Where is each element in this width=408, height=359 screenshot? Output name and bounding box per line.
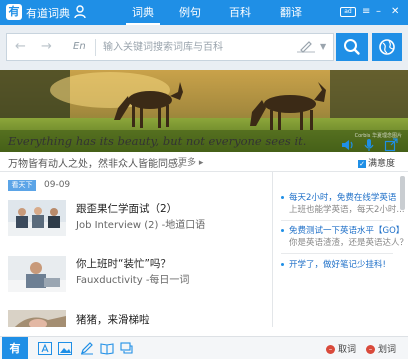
checkbox-icon: ✓: [358, 159, 366, 168]
item-subtitle: Fauxductivity -每日一词: [76, 275, 190, 286]
item-title[interactable]: 跟歪果仁学面试（2）: [76, 201, 177, 216]
image-icon[interactable]: [58, 342, 72, 355]
item-title[interactable]: 猪猪，来滑梯啦: [76, 312, 150, 327]
more-link[interactable]: 更多 ▸: [178, 155, 203, 168]
app-logo-icon: 有: [6, 4, 22, 20]
satisfaction-checkbox[interactable]: ✓ 满意度: [358, 156, 395, 169]
tab-dictionary[interactable]: 词典: [126, 0, 160, 25]
bullet: [281, 229, 284, 232]
home-logo-button[interactable]: 有: [2, 337, 28, 359]
text-icon[interactable]: [38, 342, 52, 355]
item-thumbnail[interactable]: [8, 310, 66, 327]
scrollbar[interactable]: [400, 176, 405, 210]
quote-english: Everything has its beauty, but not every…: [8, 134, 307, 148]
title-bar: 有 有道词典 词典 例句 百科 翻译 ad ≡ – ✕: [0, 0, 408, 25]
list-item-subtitle: 上班也能学英语，每天2小时...: [289, 205, 405, 215]
globe-icon: [379, 39, 395, 55]
divider: [281, 220, 393, 221]
bullet: [281, 263, 284, 266]
language-selector[interactable]: En: [73, 41, 86, 52]
forward-arrow-icon[interactable]: →: [41, 39, 52, 54]
chevron-down-icon[interactable]: ▼: [320, 42, 326, 51]
user-icon[interactable]: [74, 5, 86, 19]
stop-icon: –: [366, 345, 375, 354]
edit-icon[interactable]: [80, 342, 94, 355]
tab-translate[interactable]: 翻译: [279, 0, 303, 25]
item-subtitle: Job Interview (2) -地道口语: [76, 220, 206, 231]
list-item-subtitle: 你是英语渣渣，还是英语达人？: [289, 238, 408, 248]
tab-examples[interactable]: 例句: [178, 0, 202, 25]
bottom-toolbar: 有 – 取词 – 划词: [0, 336, 408, 359]
menu-icon[interactable]: ≡: [362, 6, 370, 18]
satisfaction-label: 满意度: [368, 159, 396, 169]
list-item-title[interactable]: 免费测试一下英语水平【GO】: [289, 225, 404, 237]
feed-date: 09-09: [44, 180, 71, 190]
capture-word-label: 取词: [338, 345, 357, 355]
list-item-title[interactable]: 开学了，做好笔记少挂科!: [289, 259, 386, 271]
close-icon[interactable]: ✕: [391, 6, 399, 18]
select-word-toggle[interactable]: – 划词: [366, 342, 396, 355]
item-thumbnail[interactable]: [8, 200, 66, 236]
tab-encyclopedia[interactable]: 百科: [228, 0, 252, 25]
select-word-label: 划词: [378, 345, 397, 355]
search-input[interactable]: [103, 38, 293, 56]
book-icon[interactable]: [100, 342, 114, 355]
minimize-icon[interactable]: –: [376, 6, 381, 18]
source-badge: 看天下: [8, 180, 36, 191]
search-bar: ← → En ▼: [0, 25, 408, 70]
app-name: 有道词典: [26, 7, 70, 20]
divider: [95, 39, 96, 56]
ad-panel: 每天2小时，免费在线学英语 上班也能学英语，每天2小时... 免费测试一下英语水…: [272, 172, 408, 327]
handwriting-icon[interactable]: [295, 40, 317, 54]
chat-icon[interactable]: [120, 342, 134, 355]
translate-button[interactable]: [372, 33, 402, 61]
list-item-title[interactable]: 每天2小时，免费在线学英语: [289, 192, 396, 204]
share-icon[interactable]: [384, 138, 398, 152]
divider: [281, 253, 393, 254]
capture-word-toggle[interactable]: – 取词: [326, 342, 356, 355]
item-thumbnail[interactable]: [8, 256, 66, 292]
item-title[interactable]: 你上班时“装忙”吗？: [76, 256, 171, 271]
quote-chinese: 万物皆有动人之处，然非众人皆能同感。: [8, 159, 188, 170]
search-icon: [344, 39, 360, 55]
news-feed: 看天下 09-09 跟歪果仁学面试（2） Job Interview (2) -…: [0, 172, 272, 327]
back-arrow-icon[interactable]: ←: [15, 39, 26, 54]
search-button[interactable]: [336, 33, 368, 61]
ad-badge[interactable]: ad: [340, 7, 356, 17]
bullet: [281, 196, 284, 199]
search-box: ← → En ▼: [6, 33, 334, 61]
speaker-icon[interactable]: [340, 138, 354, 152]
microphone-icon[interactable]: [362, 138, 376, 152]
stop-icon: –: [326, 345, 335, 354]
daily-quote: Everything has its beauty, but not every…: [0, 131, 408, 171]
